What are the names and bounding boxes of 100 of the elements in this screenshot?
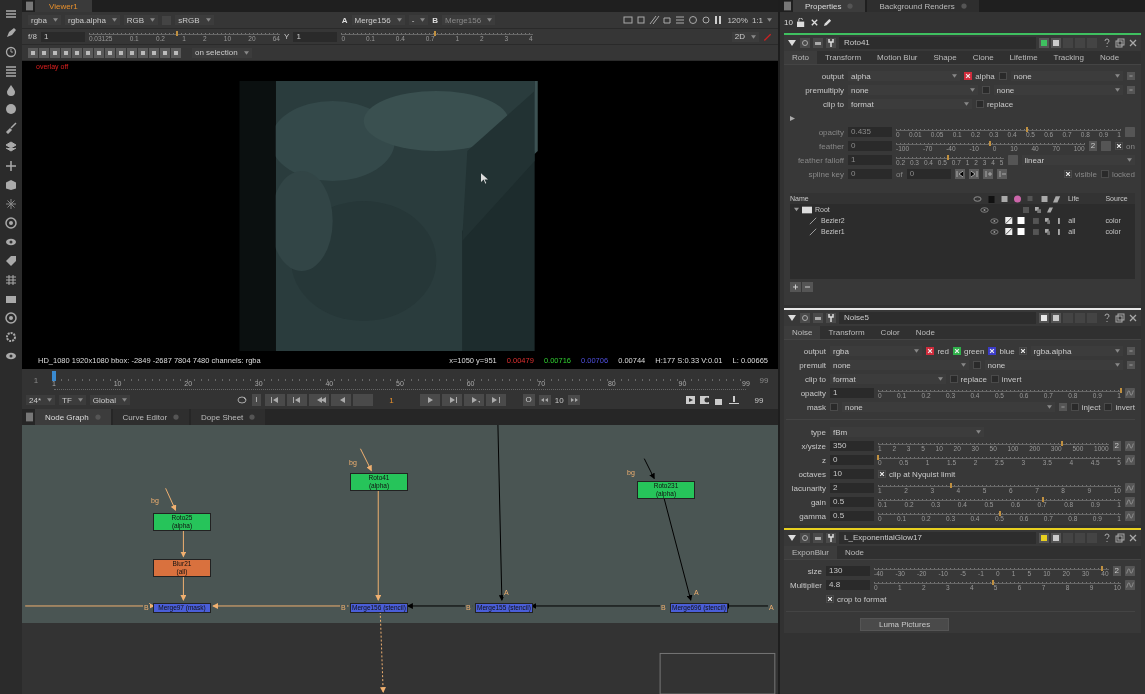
dropdown[interactable]: format bbox=[848, 99, 972, 109]
checkbox[interactable] bbox=[830, 403, 838, 411]
number-field[interactable]: 0.5 bbox=[830, 511, 874, 521]
transport-icon[interactable] bbox=[264, 394, 375, 406]
grid-icon[interactable] bbox=[5, 274, 17, 286]
number-field[interactable]: 10 bbox=[830, 469, 874, 479]
knob-tab[interactable]: Node bbox=[907, 326, 943, 339]
wrench-icon[interactable] bbox=[826, 38, 836, 48]
number-field[interactable]: 1 bbox=[830, 388, 874, 398]
number-field[interactable]: 4.8 bbox=[826, 580, 870, 590]
node-color-buttons-icon[interactable] bbox=[1039, 533, 1099, 543]
dropdown[interactable]: RGB bbox=[123, 15, 159, 25]
brush-icon[interactable] bbox=[5, 122, 17, 134]
add-remove-icon[interactable] bbox=[790, 282, 814, 292]
eye-icon[interactable] bbox=[5, 236, 17, 248]
slider-handle[interactable] bbox=[998, 510, 1001, 516]
help-icon[interactable] bbox=[1102, 533, 1112, 543]
eye-icon[interactable] bbox=[980, 206, 989, 213]
bar-icon[interactable] bbox=[5, 293, 17, 305]
playhead[interactable] bbox=[52, 370, 56, 381]
gain-field[interactable]: 1 bbox=[40, 31, 85, 42]
slider-handle[interactable] bbox=[1042, 496, 1045, 502]
slider-handle[interactable] bbox=[1100, 565, 1103, 571]
viewer-tools-icon[interactable] bbox=[623, 15, 724, 25]
dropdown[interactable]: Merge156 bbox=[351, 15, 405, 25]
wrench-icon[interactable] bbox=[826, 313, 836, 323]
dropdown[interactable]: Global bbox=[89, 395, 130, 405]
layers-icon[interactable] bbox=[5, 141, 17, 153]
knob-tab[interactable]: Node bbox=[836, 546, 873, 559]
slider-handle[interactable] bbox=[434, 31, 437, 36]
zoom-level[interactable]: 120% bbox=[727, 15, 748, 25]
disc-icon[interactable] bbox=[5, 217, 17, 229]
viewer-tab[interactable]: Viewer1 bbox=[35, 0, 92, 12]
dropdown[interactable]: none bbox=[830, 360, 969, 370]
drop-icon[interactable] bbox=[5, 84, 17, 96]
dropdown[interactable]: 24* bbox=[26, 395, 55, 405]
circle-icon[interactable] bbox=[5, 103, 17, 115]
number-field[interactable]: 2 bbox=[830, 483, 874, 493]
curve-icon[interactable] bbox=[1125, 388, 1135, 398]
dropdown[interactable]: fBm bbox=[830, 427, 984, 437]
menu-icon[interactable] bbox=[5, 8, 17, 20]
collapse-arrow-icon[interactable] bbox=[787, 313, 797, 323]
collapse-arrow-icon[interactable] bbox=[787, 38, 797, 48]
node-color-buttons-icon[interactable] bbox=[1039, 38, 1099, 48]
knob-tab[interactable]: Lifetime bbox=[1001, 51, 1046, 64]
disc-icon[interactable] bbox=[5, 312, 17, 324]
clock-icon[interactable] bbox=[5, 46, 17, 58]
panel-tab[interactable]: Dope Sheet bbox=[191, 409, 266, 425]
number-field[interactable]: 0.5 bbox=[830, 497, 874, 507]
slider-handle[interactable] bbox=[991, 579, 994, 585]
dropdown[interactable]: rgba bbox=[28, 15, 61, 25]
gain-slider[interactable] bbox=[88, 31, 281, 35]
collapse-arrow-icon[interactable] bbox=[787, 533, 797, 543]
node-color-buttons-icon[interactable] bbox=[1039, 313, 1099, 323]
number-field[interactable]: 350 bbox=[830, 441, 874, 451]
dropdown[interactable]: rgba.alpha bbox=[65, 15, 120, 25]
float-icon[interactable] bbox=[1115, 38, 1125, 48]
knob-tab[interactable]: Shape bbox=[925, 51, 965, 64]
paint-icon[interactable] bbox=[763, 32, 772, 41]
step-size[interactable]: 10 bbox=[554, 395, 564, 405]
end-frame[interactable]: 99 bbox=[744, 395, 774, 405]
minimap-frame[interactable] bbox=[659, 652, 776, 694]
view-count-button[interactable]: 2 bbox=[1112, 441, 1121, 451]
checkbox[interactable] bbox=[990, 375, 999, 383]
pane-icon[interactable] bbox=[26, 412, 33, 422]
checkbox[interactable] bbox=[926, 347, 935, 355]
help-icon[interactable] bbox=[1102, 38, 1112, 48]
max-panels-field[interactable]: 10 bbox=[784, 17, 793, 27]
eye-icon[interactable] bbox=[990, 228, 1000, 235]
dropdown[interactable]: on selection bbox=[192, 47, 252, 58]
frame-field[interactable]: 1 bbox=[378, 395, 405, 405]
checkbox[interactable] bbox=[975, 100, 984, 108]
checkbox[interactable] bbox=[1018, 347, 1027, 355]
dropdown[interactable]: rgba bbox=[830, 346, 923, 356]
dropdown[interactable]: none bbox=[984, 360, 1123, 370]
dropdown[interactable]: none bbox=[848, 85, 978, 95]
node-name-field[interactable]: L_ExponentialGlow17 bbox=[839, 532, 1036, 544]
knob-tab[interactable]: Noise bbox=[784, 326, 821, 339]
checkbox[interactable] bbox=[972, 361, 981, 369]
dropdown[interactable]: alpha bbox=[848, 71, 961, 81]
loop-icon[interactable] bbox=[236, 395, 249, 405]
knob-tab[interactable]: Color bbox=[872, 326, 908, 339]
knob-tab[interactable]: ExponBlur bbox=[784, 546, 837, 559]
dropdown[interactable]: format bbox=[830, 374, 946, 384]
panel-tab[interactable]: Node Graph bbox=[35, 409, 111, 425]
move-icon[interactable] bbox=[5, 160, 17, 172]
checkbox[interactable] bbox=[1070, 403, 1079, 411]
lock-icon[interactable] bbox=[796, 17, 806, 27]
slider-handle[interactable] bbox=[1120, 387, 1122, 393]
float-icon[interactable] bbox=[1115, 313, 1125, 323]
in-point-button[interactable]: I bbox=[252, 394, 261, 406]
star-icon[interactable] bbox=[5, 198, 17, 210]
lines-icon[interactable] bbox=[5, 65, 17, 77]
wrench-icon[interactable] bbox=[826, 533, 836, 543]
checkbox[interactable] bbox=[998, 72, 1007, 80]
dropdown[interactable]: sRGB bbox=[175, 15, 214, 25]
checkbox[interactable] bbox=[988, 347, 997, 355]
slider-handle[interactable] bbox=[877, 454, 879, 460]
curve-icon[interactable] bbox=[1125, 441, 1135, 451]
checkbox[interactable] bbox=[949, 375, 958, 383]
